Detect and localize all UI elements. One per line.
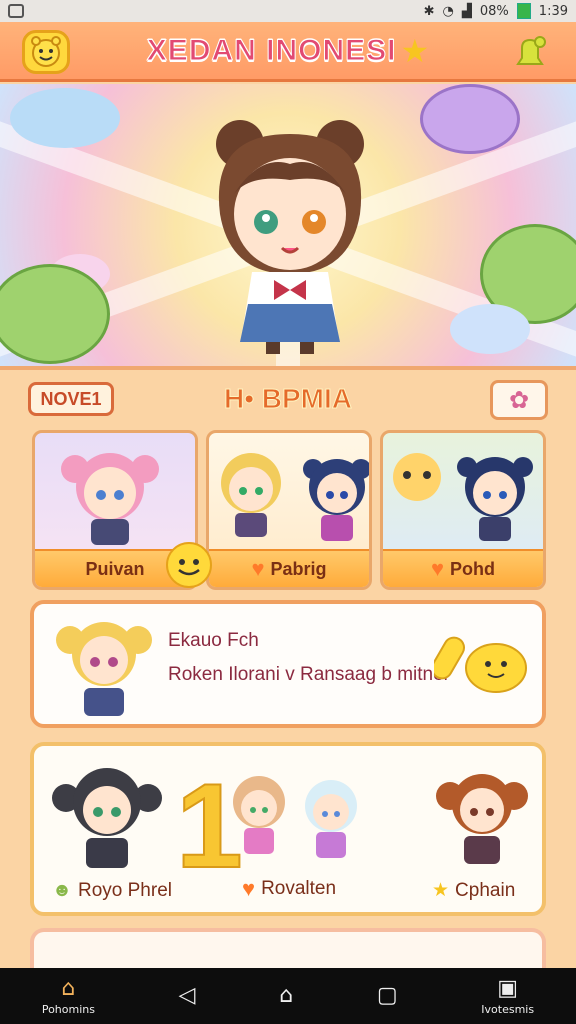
app-title: XEDAN INONESI [146,33,397,67]
story-description: Roken Ilorani v Ransaag b mitnel [168,664,448,685]
group-card[interactable]: 1 ☻ Royo Phrel ♥ Rovalten ★ Cphain [30,742,546,916]
featured-row: Puivan ♥ Pabrig ♥ Pohd [32,430,546,590]
section-title: H• BPMIA [223,383,353,415]
home-circle-icon: ⌂ [279,983,294,1008]
signal-icon: ▟ [461,3,472,19]
star-icon: ★ [400,31,430,70]
smiley-sticker-icon [166,542,212,588]
bluetooth-icon: ✱ [423,3,435,19]
navigation-bar: ⌂ Pohomins ◁ ⌂ ▢ ▣ Ivotesmis [0,968,576,1024]
card-label-text: Puivan [85,558,145,579]
star-icon: ★ [432,880,450,901]
heroine-character [216,120,364,354]
nav-back[interactable]: ◁ [179,984,196,1008]
card-label: ♥ Pohd [383,549,543,587]
white-hair-character [305,780,357,858]
cloud-creature-icon [10,88,120,148]
next-card-peek[interactable] [30,928,546,968]
navy-hair-character [457,457,533,541]
featured-card[interactable]: ♥ Pohd [380,430,546,590]
member-label: ★ Cphain [432,879,515,902]
card-label: ♥ Pabrig [209,549,369,587]
light-brown-hair-character [233,776,285,854]
pink-hair-character [61,453,159,545]
wifi-icon: ◔ [442,3,454,19]
member-name: Royo Phrel [78,880,172,901]
flower-filter-button[interactable]: ✿ [490,380,548,420]
section-header: NOVE1 H• BPMIA ✿ [0,374,576,424]
blonde-pigtail-character [56,622,152,716]
battery-text: 08% [479,3,509,19]
hero-banner[interactable] [0,84,576,370]
nav-home-label: Pohomins [41,1002,95,1016]
story-card[interactable]: Ekauo Fch Roken Ilorani v Ransaag b mitn… [30,600,546,728]
heart-icon: ♥ [242,876,256,901]
card-label-text: Pabrig [270,558,327,579]
nav-profile-label: Ivotesmis [481,1002,535,1016]
rainbow-cat-icon [393,453,441,501]
app-header: XEDAN INONESI ★ [0,22,576,82]
heart-icon: ♥ [251,556,265,581]
auburn-hair-character [436,774,528,864]
navy-hair-character [303,459,369,541]
clock: 1:39 [538,3,568,19]
new-tab-button[interactable]: NOVE1 [28,382,114,416]
battery-icon [516,3,531,19]
recents-icon: ▢ [376,983,398,1008]
nav-profile[interactable]: ▣ Ivotesmis [481,975,535,1016]
nav-home-circle[interactable]: ⌂ [279,984,293,1008]
notification-bell-icon[interactable] [506,30,554,74]
member-name: Cphain [455,879,516,901]
green-blob-icon [0,264,110,364]
yellow-blob-mascot-icon [434,636,527,693]
purple-blob-icon [420,84,520,154]
flower-icon: ✿ [508,386,530,414]
member-name: Rovalten [261,878,337,899]
blonde-character [221,453,281,537]
mascot-menu-icon[interactable] [22,30,70,74]
cloud-icon [450,304,530,354]
member-label: ♥ Rovalten [242,876,336,902]
home-icon: ⌂ [61,975,76,1001]
card-label-text: Pohd [450,558,496,579]
status-right: ✱ ◔ ▟ 08% 1:39 [424,3,568,19]
nav-home[interactable]: ⌂ Pohomins [41,975,95,1016]
heart-icon: ♥ [430,556,445,581]
featured-card[interactable]: ♥ Pabrig [206,430,372,590]
status-bar: ✱ ◔ ▟ 08% 1:39 [0,0,576,22]
back-icon: ◁ [178,983,196,1008]
rank-number: 1 [175,759,244,893]
nav-recents[interactable]: ▢ [377,984,398,1008]
smiley-icon: ☻ [52,880,72,901]
dark-hair-character [52,768,162,868]
story-title: Ekauo Fch [168,630,259,651]
member-label: ☻ Royo Phrel [52,880,172,902]
profile-icon: ▣ [497,975,519,1001]
notification-icon [8,4,24,18]
